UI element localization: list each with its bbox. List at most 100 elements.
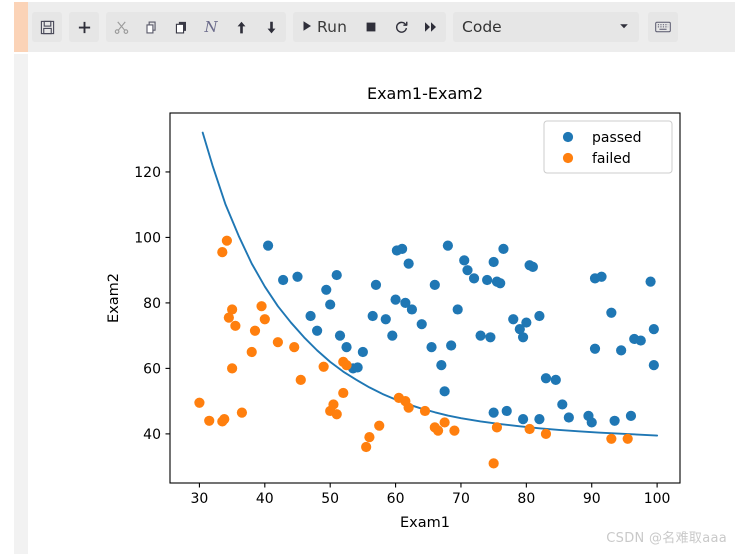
data-point (488, 407, 499, 418)
data-point (334, 330, 346, 341)
move-down-button[interactable] (256, 12, 286, 42)
chevron-down-icon (618, 18, 630, 36)
data-point (508, 314, 519, 325)
data-point (221, 235, 232, 246)
data-point (246, 346, 257, 358)
data-point (550, 374, 561, 385)
x-tick-label: 100 (644, 491, 671, 507)
copy-button[interactable] (136, 12, 166, 42)
data-point (446, 340, 457, 351)
data-point (217, 247, 228, 258)
data-point (341, 342, 352, 353)
data-point (557, 399, 568, 410)
interrupt-kernel-button[interactable] (356, 12, 386, 42)
data-point (416, 319, 427, 330)
cell-selection-indicator (14, 2, 28, 52)
data-point (331, 269, 342, 281)
data-point (338, 387, 349, 399)
data-point (563, 412, 574, 423)
save-button[interactable] (32, 12, 62, 42)
y-axis-label: Exam2 (106, 273, 122, 323)
data-point (622, 433, 633, 444)
italic-n-icon: N (204, 17, 218, 36)
format-button[interactable]: N (196, 12, 226, 42)
data-point (236, 407, 248, 418)
data-point (419, 405, 431, 417)
run-label: Run (317, 18, 348, 36)
data-point (439, 386, 450, 397)
data-point (230, 320, 241, 331)
data-point (341, 360, 352, 371)
data-point (439, 417, 450, 428)
data-point (194, 397, 205, 408)
legend-label: passed (592, 130, 642, 146)
data-point (645, 276, 656, 287)
cell-output-area: 30 40 50 60 70 80 90 100 40 60 80 100 120 Exam1-Exam2… (0, 54, 735, 554)
x-tick-label: 50 (321, 491, 339, 507)
cell-type-select[interactable]: Code (453, 12, 640, 42)
x-axis-label: Exam1 (400, 515, 450, 531)
scissors-icon (114, 20, 129, 35)
data-point (468, 273, 480, 284)
data-point (488, 458, 499, 469)
y-tick-label: 100 (134, 230, 161, 246)
toolbar-group-file (32, 12, 62, 42)
restart-run-all-button[interactable] (416, 12, 446, 42)
insert-cell-button[interactable] (69, 12, 99, 42)
data-point (272, 337, 283, 348)
data-point (357, 346, 368, 358)
data-point (325, 299, 336, 310)
data-point (227, 304, 238, 315)
legend-label: failed (592, 151, 631, 167)
arrow-up-icon (234, 20, 249, 35)
fast-forward-icon (424, 21, 438, 33)
data-point (295, 374, 306, 385)
y-tick-label: 80 (143, 296, 161, 312)
legend-marker (562, 152, 574, 164)
data-point (361, 441, 372, 453)
data-point (452, 304, 463, 315)
data-point (403, 258, 414, 269)
stop-square-icon (365, 21, 377, 33)
data-point (540, 373, 552, 384)
data-point (352, 362, 363, 373)
restart-kernel-button[interactable] (386, 12, 416, 42)
keyboard-shortcuts-button[interactable] (648, 12, 679, 42)
csdn-watermark: CSDN @名难取aaa (606, 531, 727, 546)
data-point (374, 420, 385, 431)
data-point (426, 342, 437, 353)
data-point (534, 310, 545, 322)
notebook-toolbar: N Run Code (0, 0, 735, 54)
data-point (534, 414, 545, 425)
data-point (491, 422, 503, 433)
data-point (462, 265, 473, 276)
data-point (596, 271, 607, 282)
data-point (321, 284, 332, 295)
restart-circle-icon (394, 20, 409, 35)
data-point (449, 425, 460, 436)
data-point (380, 314, 391, 325)
matplotlib-figure: 30 40 50 60 70 80 90 100 40 60 80 100 120 Exam1-Exam2… (28, 54, 735, 554)
data-point (459, 255, 470, 266)
paste-button[interactable] (166, 12, 196, 42)
data-point (292, 271, 303, 282)
data-point (540, 428, 552, 439)
run-button[interactable]: Run (293, 12, 356, 42)
x-tick-label: 70 (452, 491, 470, 507)
data-point (524, 423, 535, 435)
toolbar-group-run: Run (293, 12, 447, 42)
cell-type-value: Code (462, 18, 502, 36)
toolbar-group-edit: N (106, 12, 286, 42)
data-point (517, 414, 529, 425)
data-point (609, 415, 620, 426)
data-point (312, 325, 323, 336)
x-tick-label: 40 (256, 491, 274, 507)
y-tick-label: 60 (143, 361, 161, 377)
move-up-button[interactable] (226, 12, 256, 42)
data-point (397, 243, 408, 254)
play-icon (301, 18, 313, 36)
cut-button[interactable] (106, 12, 136, 42)
y-tick-label: 120 (134, 165, 161, 181)
legend-marker (562, 131, 574, 143)
data-point (482, 274, 493, 286)
